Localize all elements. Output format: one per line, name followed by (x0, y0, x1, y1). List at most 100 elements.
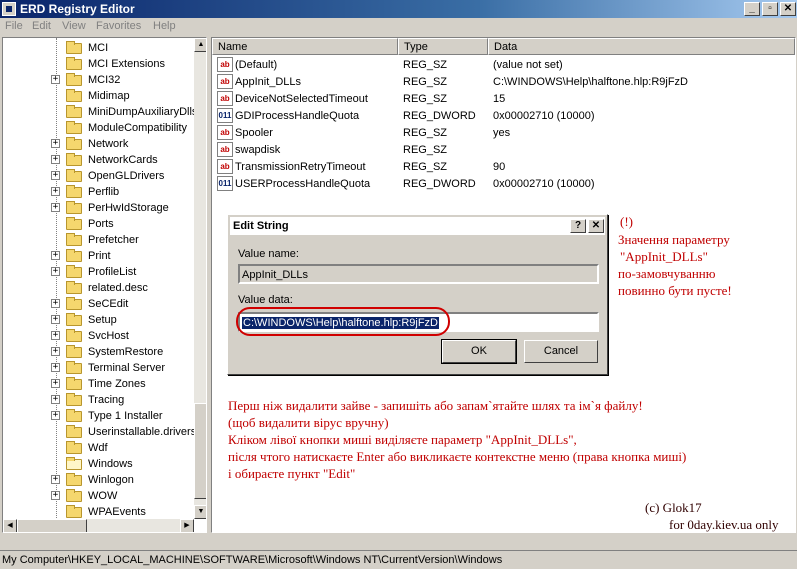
value-data: C:\WINDOWS\Help\halftone.hlp:R9jFzD (493, 76, 688, 88)
menu-view[interactable]: View (62, 20, 86, 32)
scroll-down-button[interactable]: ▼ (194, 505, 206, 519)
menu-file[interactable]: File (5, 20, 23, 32)
tree-item[interactable]: + Tracing (3, 392, 193, 408)
tree-item[interactable]: Ports (3, 216, 193, 232)
value-type: REG_SZ (403, 161, 448, 173)
tree-item[interactable]: Windows (3, 456, 193, 472)
value-row[interactable]: ab AppInit_DLLs REG_SZ C:\WINDOWS\Help\half… (212, 73, 792, 90)
window-title: ERD Registry Editor (20, 2, 135, 16)
instruction-line-1: Перш ніж видалити зайве - запишіть або з… (228, 398, 643, 413)
expand-icon[interactable]: + (51, 363, 60, 372)
value-data: 15 (493, 93, 506, 105)
ok-button[interactable]: OK (441, 339, 517, 364)
column-header-type[interactable]: Type (398, 38, 488, 55)
value-row[interactable]: ab (Default) REG_SZ (value not set) (212, 56, 792, 73)
tree-item[interactable]: + NetworkCards (3, 152, 193, 168)
expand-icon[interactable]: + (51, 379, 60, 388)
tree-item-label: MCI32 (88, 74, 121, 86)
value-row[interactable]: 011 GDIProcessHandleQuota REG_DWORD 0x00002… (212, 107, 792, 124)
scroll-thumb[interactable] (194, 403, 206, 499)
value-row[interactable]: ab Spooler REG_SZ yes (212, 124, 792, 141)
tree-item[interactable]: Wdf (3, 440, 193, 456)
tree-item[interactable]: MiniDumpAuxiliaryDlls (3, 104, 197, 120)
expand-icon[interactable]: + (51, 315, 60, 324)
expand-icon[interactable]: + (51, 139, 60, 148)
tree-item[interactable]: + Winlogon (3, 472, 193, 488)
registry-tree[interactable]: MCI MCI Extensions + MCI32 Midimap MiniDumpAu… (2, 37, 207, 533)
tree-item[interactable]: + MCI32 (3, 72, 193, 88)
expand-icon[interactable]: + (51, 395, 60, 404)
tree-item[interactable]: Userinstallable.drivers (3, 424, 196, 440)
tree-item[interactable]: + Perflib (3, 184, 193, 200)
tree-item[interactable]: + OpenGLDrivers (3, 168, 193, 184)
folder-icon (66, 425, 82, 438)
tree-item[interactable]: + SeCEdit (3, 296, 193, 312)
value-type: REG_SZ (403, 127, 448, 139)
tree-item[interactable]: + WOW (3, 488, 193, 504)
maximize-button[interactable]: ▫ (762, 2, 778, 16)
tree-item[interactable]: + SystemRestore (3, 344, 193, 360)
tree-item[interactable]: MCI (3, 40, 193, 56)
tree-item[interactable]: + Print (3, 248, 193, 264)
expand-icon[interactable]: + (51, 203, 60, 212)
instruction-line-3: Кліком лівої кнопки миші виділяєте парам… (228, 432, 577, 447)
note-line-1: Значення параметру (618, 232, 730, 247)
dialog-close-button[interactable]: ✕ (588, 219, 604, 233)
note-line-3: по-замовчуванню (618, 266, 716, 281)
hscroll-thumb[interactable] (17, 519, 87, 532)
column-header-name[interactable]: Name (212, 38, 398, 55)
tree-item[interactable]: + Setup (3, 312, 193, 328)
tree-vertical-scrollbar[interactable]: ▲ ▼ (194, 38, 206, 519)
tree-item[interactable]: + ProfileList (3, 264, 193, 280)
expand-icon[interactable]: + (51, 299, 60, 308)
tree-horizontal-scrollbar[interactable]: ◀ ▶ (3, 519, 194, 532)
expand-icon[interactable]: + (51, 155, 60, 164)
expand-icon[interactable]: + (51, 75, 60, 84)
value-row[interactable]: ab swapdisk REG_SZ (212, 141, 792, 158)
tree-item[interactable]: Prefetcher (3, 232, 193, 248)
expand-icon[interactable]: + (51, 171, 60, 180)
menu-help[interactable]: Help (153, 20, 176, 32)
app-icon[interactable] (2, 2, 16, 16)
expand-icon[interactable]: + (51, 251, 60, 260)
tree-item[interactable]: MCI Extensions (3, 56, 193, 72)
tree-item[interactable]: WPAEvents (3, 504, 193, 520)
column-header-data[interactable]: Data (488, 38, 795, 55)
close-button[interactable]: ✕ (780, 2, 796, 16)
dialog-help-button[interactable]: ? (570, 219, 586, 233)
expand-icon[interactable]: + (51, 331, 60, 340)
folder-icon (66, 281, 82, 294)
expand-icon[interactable]: + (51, 187, 60, 196)
tree-item[interactable]: Midimap (3, 88, 193, 104)
tree-item-label: Tracing (88, 394, 125, 406)
cancel-button[interactable]: Cancel (524, 340, 598, 363)
folder-icon (66, 169, 82, 182)
menu-favorites[interactable]: Favorites (96, 20, 141, 32)
scroll-left-button[interactable]: ◀ (3, 519, 17, 532)
expand-icon[interactable]: + (51, 267, 60, 276)
expand-icon[interactable]: + (51, 411, 60, 420)
tree-item-label: Terminal Server (88, 362, 166, 374)
tree-item-label: WOW (88, 490, 118, 502)
binary-value-icon: 011 (217, 108, 233, 123)
tree-item[interactable]: + Time Zones (3, 376, 193, 392)
tree-item[interactable]: related.desc (3, 280, 193, 296)
tree-item[interactable]: ModuleCompatibility (3, 120, 193, 136)
tree-item[interactable]: + Type 1 Installer (3, 408, 193, 424)
tree-item[interactable]: + Terminal Server (3, 360, 193, 376)
scroll-right-button[interactable]: ▶ (180, 519, 194, 532)
expand-icon[interactable]: + (51, 475, 60, 484)
binary-value-icon: 011 (217, 176, 233, 191)
folder-icon (66, 249, 82, 262)
minimize-button[interactable]: _ (744, 2, 760, 16)
value-row[interactable]: ab DeviceNotSelectedTimeout REG_SZ 15 (212, 90, 792, 107)
tree-item[interactable]: + SvcHost (3, 328, 193, 344)
tree-item[interactable]: + PerHwIdStorage (3, 200, 193, 216)
scroll-up-button[interactable]: ▲ (194, 38, 206, 52)
value-row[interactable]: 011 USERProcessHandleQuota REG_DWORD 0x0000… (212, 175, 792, 192)
expand-icon[interactable]: + (51, 347, 60, 356)
menu-edit[interactable]: Edit (32, 20, 51, 32)
tree-item[interactable]: + Network (3, 136, 193, 152)
expand-icon[interactable]: + (51, 491, 60, 500)
value-row[interactable]: ab TransmissionRetryTimeout REG_SZ 90 (212, 158, 792, 175)
